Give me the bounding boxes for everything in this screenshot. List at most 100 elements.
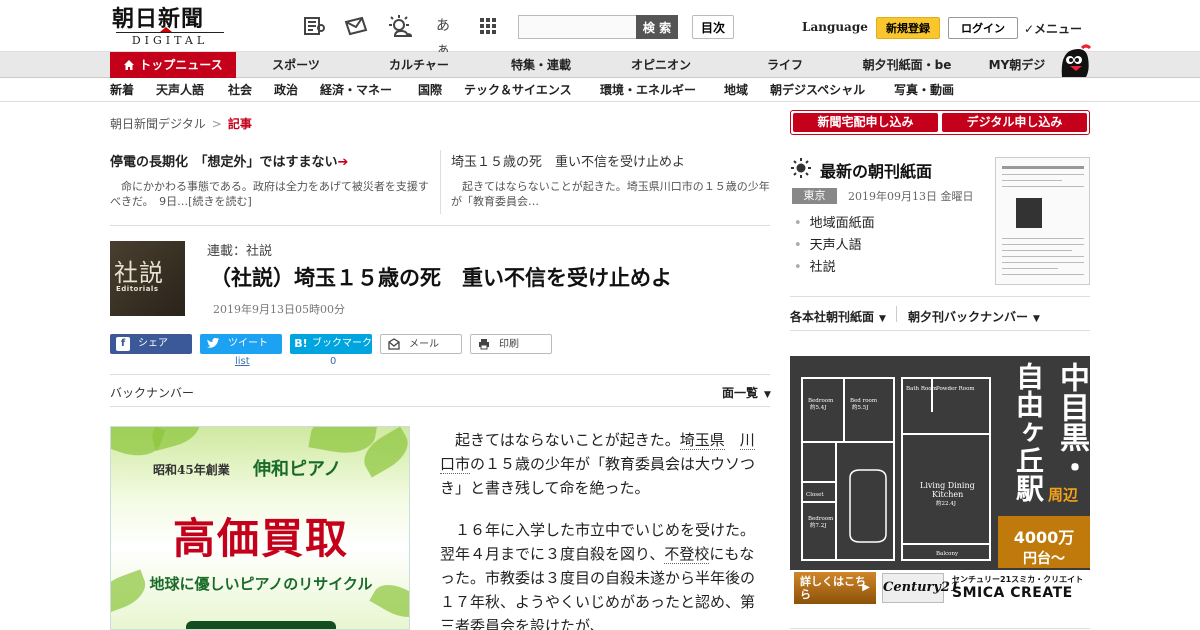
thumbnail-line <box>1002 268 1058 269</box>
toc-button[interactable]: 目次 <box>692 15 734 39</box>
editorial-thumbnail[interactable]: 社説 Editorials <box>110 241 185 316</box>
nav2-politics[interactable]: 政治 <box>274 78 298 102</box>
search-input[interactable] <box>518 15 636 39</box>
divider <box>790 296 1090 297</box>
ad-more-button[interactable]: 詳しくはこちら <box>794 572 876 604</box>
home-delivery-button[interactable]: 新聞宅配申し込み <box>793 113 938 132</box>
nav-print-edition[interactable]: 朝夕刊紙面・be <box>854 52 960 78</box>
divider <box>110 406 770 407</box>
login-button[interactable]: ログイン <box>948 17 1018 39</box>
leaf-decoration <box>147 427 205 451</box>
site-header: 朝日新聞 DIGITAL あぁ 検 索 目次 Language 新規登録 ログイ… <box>0 0 1200 58</box>
digital-subscribe-button[interactable]: デジタル申し込み <box>942 113 1087 132</box>
nav2-tech-science[interactable]: テック＆サイエンス <box>464 78 572 102</box>
nav2-region[interactable]: 地域 <box>724 78 748 102</box>
related-title: 埼玉１５歳の死 重い不信を受け止めよ <box>451 155 686 170</box>
page-list-dropdown[interactable]: 面一覧 ▼ <box>722 384 771 401</box>
logo-subtext: DIGITAL <box>116 27 224 47</box>
edition-date: 2019年09月13日 金曜日 <box>848 190 974 203</box>
nav2-society[interactable]: 社会 <box>228 78 252 102</box>
related-title-text: 停電の長期化 「想定外」ではすまない <box>110 155 338 170</box>
newspaper-thumbnail[interactable] <box>995 157 1090 285</box>
mascot-icon[interactable] <box>1056 44 1092 78</box>
room-label: Living Dining <box>920 481 975 490</box>
room-size: 約22.4J <box>936 499 956 507</box>
nav-top-news[interactable]: トップニュース <box>110 52 236 78</box>
print-button[interactable]: 印刷 <box>470 334 552 354</box>
twitter-share-button[interactable]: ツイート <box>200 334 282 354</box>
nav2-latest[interactable]: 新着 <box>110 78 134 102</box>
nav-sports[interactable]: スポーツ <box>256 52 336 78</box>
thumbnail-line <box>1002 186 1084 187</box>
list-item[interactable]: 天声人語 <box>794 235 875 257</box>
list-item[interactable]: 地域面紙面 <box>794 213 875 235</box>
printer-icon <box>477 338 491 352</box>
grid-menu-icon[interactable] <box>476 14 500 38</box>
related-title: 停電の長期化 「想定外」ではすまない➔ <box>110 155 430 171</box>
related-summary: 起きてはならないことが起きた。埼玉県川口市の１５歳の少年が「教育委員会… <box>451 180 770 208</box>
primary-nav: トップニュース スポーツ カルチャー 特集・連載 オピニオン ライフ 朝夕刊紙面… <box>0 52 1200 78</box>
breadcrumb-current: 記事 <box>227 117 252 131</box>
thumbnail-line <box>1002 244 1084 245</box>
mail-share-button[interactable]: メール <box>380 334 462 354</box>
nav-life[interactable]: ライフ <box>752 52 818 78</box>
room-label: Closet <box>806 492 824 498</box>
dropdown-label: 面一覧 <box>722 386 759 400</box>
search-button[interactable]: 検 索 <box>636 15 678 39</box>
hatena-count[interactable]: 0 <box>330 356 336 367</box>
weather-icon[interactable] <box>387 14 413 38</box>
ad-company-name: 伸和ピアノ <box>253 459 342 480</box>
room-label: Bedroom <box>808 398 834 404</box>
newspaper-icon[interactable] <box>302 14 326 38</box>
divider <box>110 225 770 226</box>
nav2-tenseijingo[interactable]: 天声人語 <box>156 78 204 102</box>
backnumber-link[interactable]: バックナンバー <box>110 384 194 401</box>
nav2-environment[interactable]: 環境・エネルギー <box>600 78 696 102</box>
nav2-photo-video[interactable]: 写真・動画 <box>894 78 954 102</box>
thumbnail-line <box>1002 238 1084 239</box>
hatena-bookmark-button[interactable]: B! ブックマーク <box>290 334 372 354</box>
font-size-icon[interactable]: あぁ <box>431 14 455 58</box>
nav2-special[interactable]: 朝デジスペシャル <box>770 78 865 102</box>
mail-icon <box>387 338 401 352</box>
piano-ad-banner[interactable]: 昭和45年創業 伸和ピアノ 高価買取 地球に優しいピアノのリサイクル <box>110 426 410 630</box>
caret-down-icon: ▼ <box>879 314 886 324</box>
thumbnail-line <box>1002 166 1084 169</box>
language-link[interactable]: Language <box>802 20 868 34</box>
register-button[interactable]: 新規登録 <box>876 17 940 39</box>
divider <box>440 150 441 214</box>
backnumber-dropdown[interactable]: 朝夕刊バックナンバー ▼ <box>908 308 1040 325</box>
nav-my-asadigi[interactable]: MY朝デジ <box>982 52 1052 78</box>
thumbnail-line <box>1002 274 1084 275</box>
divider <box>896 306 897 322</box>
room-label: Balcony <box>936 551 959 557</box>
series-link[interactable]: 連載：社説 <box>207 240 272 259</box>
subscription-box: 新聞宅配申し込み デジタル申し込み <box>790 110 1090 135</box>
related-article-2[interactable]: 埼玉１５歳の死 重い不信を受け止めよ 起きてはならないことが起きた。埼玉県川口市… <box>451 155 771 209</box>
mail-magazine-icon[interactable] <box>343 14 368 38</box>
edition-badge: 東京 <box>792 188 837 204</box>
nav2-economy[interactable]: 経済・マネー <box>320 78 392 102</box>
archive-dropdown[interactable]: 各本社朝刊紙面 ▼ <box>790 308 886 325</box>
list-item[interactable]: 社説 <box>794 257 875 279</box>
real-estate-ad-banner[interactable]: Bedroom 約5.4J Bed room 約5.5J Bath Room P… <box>790 356 1090 606</box>
price-amount: 4000万 <box>1013 528 1075 547</box>
link-label: 社説 <box>809 260 836 275</box>
nav2-international[interactable]: 国際 <box>418 78 442 102</box>
nav-features[interactable]: 特集・連載 <box>500 52 582 78</box>
ad-established: 昭和45年創業 <box>153 463 230 477</box>
facebook-share-button[interactable]: f シェア <box>110 334 192 354</box>
keyword-link[interactable]: 不登校 <box>664 545 710 564</box>
keyword-link[interactable]: 埼玉県 <box>679 431 725 450</box>
share-label: シェア <box>138 338 168 349</box>
breadcrumb-home[interactable]: 朝日新聞デジタル <box>110 117 206 131</box>
divider <box>790 330 1090 331</box>
ad-location-2: 自由ヶ丘駅 <box>1012 362 1045 502</box>
room-size: 約7.2J <box>810 521 826 529</box>
twitter-count[interactable]: list <box>235 356 250 367</box>
nav-opinion[interactable]: オピニオン <box>620 52 702 78</box>
menu-link[interactable]: ✓メニュー <box>1024 20 1082 37</box>
related-article-1[interactable]: 停電の長期化 「想定外」ではすまない➔ 命にかかわる事態である。政府は全力をあげ… <box>110 155 430 209</box>
nav-culture[interactable]: カルチャー <box>376 52 462 78</box>
site-logo[interactable]: 朝日新聞 DIGITAL <box>112 7 227 47</box>
